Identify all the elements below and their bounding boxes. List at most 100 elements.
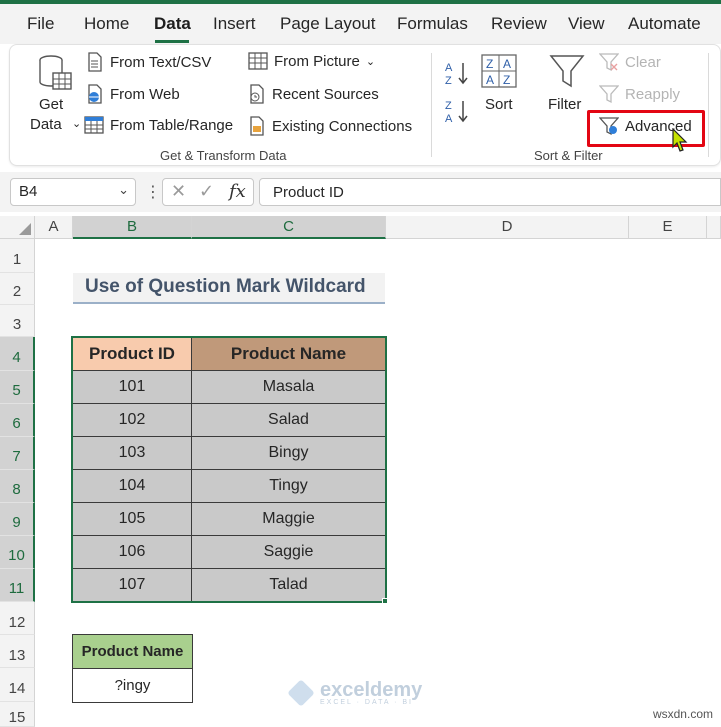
insert-function-icon[interactable]: fx bbox=[229, 181, 246, 202]
header-product-id[interactable]: Product ID bbox=[72, 337, 192, 371]
row-header-4[interactable]: 4 bbox=[0, 337, 35, 371]
row-header-13[interactable]: 13 bbox=[0, 635, 35, 668]
row-header-10[interactable]: 10 bbox=[0, 536, 35, 569]
picture-table-icon bbox=[248, 52, 268, 70]
row-header-7[interactable]: 7 bbox=[0, 437, 35, 470]
row-header-14[interactable]: 14 bbox=[0, 668, 35, 702]
tab-data[interactable]: Data bbox=[154, 14, 191, 34]
name-box[interactable]: B4 ⌄ bbox=[10, 178, 136, 206]
svg-text:Z: Z bbox=[503, 73, 510, 87]
row-header-12[interactable]: 12 bbox=[0, 602, 35, 635]
table-row: 104 Tingy bbox=[72, 469, 386, 503]
column-header-a[interactable]: A bbox=[35, 216, 73, 239]
filter-button[interactable]: Filter bbox=[545, 53, 589, 123]
connections-icon bbox=[250, 116, 264, 136]
get-data-label: Get bbox=[39, 96, 64, 113]
product-id-cell[interactable]: 101 bbox=[72, 370, 192, 404]
tab-file[interactable]: File bbox=[27, 14, 54, 34]
product-name-cell[interactable]: Saggie bbox=[191, 535, 386, 569]
filter-label: Filter bbox=[548, 96, 582, 113]
column-header-d[interactable]: D bbox=[386, 216, 629, 239]
row-header-3[interactable]: 3 bbox=[0, 305, 35, 337]
row-header-9[interactable]: 9 bbox=[0, 503, 35, 536]
mouse-pointer-icon bbox=[672, 128, 688, 152]
from-table-range-button[interactable]: From Table/Range bbox=[84, 116, 233, 134]
watermark-text-block: exceldemy EXCEL · DATA · BI bbox=[320, 678, 423, 706]
product-id-cell[interactable]: 103 bbox=[72, 436, 192, 470]
chevron-down-icon[interactable]: ⌄ bbox=[118, 182, 129, 198]
column-header-f[interactable] bbox=[707, 216, 721, 239]
formula-input[interactable]: Product ID bbox=[259, 178, 721, 206]
product-name-cell[interactable]: Bingy bbox=[191, 436, 386, 470]
tab-page-layout[interactable]: Page Layout bbox=[280, 14, 375, 34]
sort-button[interactable]: ZAAZ Sort bbox=[478, 53, 522, 123]
watermark-name: exceldemy bbox=[320, 678, 423, 701]
product-name-cell[interactable]: Salad bbox=[191, 403, 386, 437]
product-id-cell[interactable]: 107 bbox=[72, 568, 192, 602]
cancel-icon[interactable]: ✕ bbox=[171, 181, 186, 202]
product-name-cell[interactable]: Maggie bbox=[191, 502, 386, 536]
svg-text:Z: Z bbox=[445, 75, 452, 87]
formula-controls: ✕ ✓ fx bbox=[162, 178, 254, 206]
tab-insert[interactable]: Insert bbox=[213, 14, 256, 34]
from-web-button[interactable]: From Web bbox=[86, 84, 180, 104]
sort-ascending-button[interactable]: AZ bbox=[443, 59, 471, 87]
from-table-range-label: From Table/Range bbox=[110, 116, 234, 134]
sort-label: Sort bbox=[485, 96, 513, 113]
product-id-cell[interactable]: 105 bbox=[72, 502, 192, 536]
column-header-c[interactable]: C bbox=[192, 216, 386, 239]
chevron-down-icon: ⌄ bbox=[72, 118, 82, 130]
more-options-icon[interactable]: ⋮ bbox=[145, 182, 161, 202]
active-tab-indicator bbox=[155, 40, 189, 43]
fill-handle[interactable] bbox=[382, 598, 388, 604]
existing-connections-button[interactable]: Existing Connections bbox=[248, 116, 412, 136]
product-id-cell[interactable]: 106 bbox=[72, 535, 192, 569]
recent-sources-button[interactable]: Recent Sources bbox=[248, 84, 379, 104]
from-web-label: From Web bbox=[110, 85, 180, 103]
tab-home[interactable]: Home bbox=[84, 14, 129, 34]
row-header-11[interactable]: 11 bbox=[0, 569, 35, 602]
row-header-6[interactable]: 6 bbox=[0, 404, 35, 437]
column-header-b[interactable]: B bbox=[73, 216, 192, 239]
chevron-down-icon: ⌄ bbox=[365, 55, 376, 68]
table-icon bbox=[84, 116, 104, 134]
reapply-button[interactable]: Reapply bbox=[599, 84, 680, 104]
product-name-cell[interactable]: Tingy bbox=[191, 469, 386, 503]
formula-bar: B4 ⌄ ⋮ ✕ ✓ fx Product ID bbox=[0, 172, 721, 212]
row-header-8[interactable]: 8 bbox=[0, 470, 35, 503]
row-header-1[interactable]: 1 bbox=[0, 239, 35, 273]
tab-view[interactable]: View bbox=[568, 14, 605, 34]
criteria-value-cell[interactable]: ?ingy bbox=[72, 668, 193, 703]
product-name-cell[interactable]: Talad bbox=[191, 568, 386, 602]
select-all-corner[interactable] bbox=[0, 216, 35, 239]
get-data-button[interactable]: Get Data ⌄ bbox=[30, 53, 82, 137]
text-file-icon bbox=[88, 52, 102, 72]
criteria-header-cell[interactable]: Product Name bbox=[72, 634, 193, 669]
tab-review[interactable]: Review bbox=[491, 14, 547, 34]
row-header-5[interactable]: 5 bbox=[0, 371, 35, 404]
recent-sources-icon bbox=[250, 84, 264, 104]
reapply-icon bbox=[599, 85, 619, 104]
header-product-name[interactable]: Product Name bbox=[191, 337, 386, 371]
product-id-cell[interactable]: 102 bbox=[72, 403, 192, 437]
tab-automate[interactable]: Automate bbox=[628, 14, 701, 34]
product-name-cell[interactable]: Masala bbox=[191, 370, 386, 404]
filter-funnel-icon bbox=[549, 55, 585, 88]
watermark-tagline: EXCEL · DATA · BI bbox=[320, 698, 413, 706]
get-transform-group-label: Get & Transform Data bbox=[160, 148, 287, 163]
sort-descending-button[interactable]: ZA bbox=[443, 97, 471, 125]
clear-filter-button[interactable]: Clear bbox=[599, 52, 661, 72]
row-header-2[interactable]: 2 bbox=[0, 273, 35, 305]
select-all-triangle-icon bbox=[19, 223, 31, 235]
column-header-e[interactable]: E bbox=[629, 216, 707, 239]
from-picture-label: From Picture bbox=[274, 52, 360, 70]
name-box-value: B4 bbox=[19, 183, 38, 200]
row-header-15[interactable]: 15 bbox=[0, 702, 35, 727]
from-text-csv-button[interactable]: From Text/CSV bbox=[86, 52, 211, 72]
sheet-title[interactable]: Use of Question Mark Wildcard bbox=[73, 273, 385, 304]
enter-check-icon[interactable]: ✓ bbox=[199, 181, 214, 202]
from-picture-button[interactable]: From Picture ⌄ bbox=[248, 52, 375, 70]
ribbon-tabs: File Home Data Insert Page Layout Formul… bbox=[0, 4, 721, 44]
tab-formulas[interactable]: Formulas bbox=[397, 14, 468, 34]
product-id-cell[interactable]: 104 bbox=[72, 469, 192, 503]
